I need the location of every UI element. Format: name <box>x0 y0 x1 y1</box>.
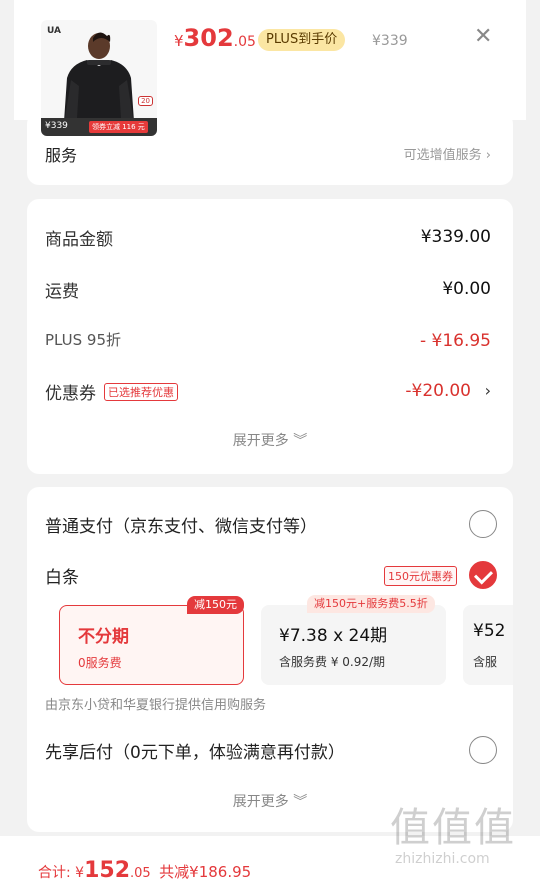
service-label: 服务 <box>45 146 78 165</box>
thumb-badge: 20 <box>138 96 153 106</box>
plus-price: ¥302.05 <box>174 24 256 52</box>
plus-price-tag: PLUS到手价 <box>258 29 346 51</box>
coupon-selected-tag: 已选推荐优惠 <box>104 383 178 401</box>
summary-row-coupon[interactable]: 优惠券 已选推荐优惠 -¥20.00 › <box>45 379 491 409</box>
installment-plans: 减150元 不分期 0服务费 减150元+服务费5.5折 ¥7.38 x 24期… <box>59 595 513 689</box>
order-total: 合计: ¥152.05 共减¥186.95 <box>38 858 252 882</box>
watermark: 值值值 zhizhizhi.com <box>390 805 516 867</box>
baitiao-radio-checked[interactable] <box>469 561 497 589</box>
price-summary-card: 商品金额 ¥339.00 运费 ¥0.00 PLUS 95折 - ¥16.95 … <box>27 199 513 474</box>
later-radio[interactable] <box>469 736 497 764</box>
plan-badge: 减150元 <box>187 596 244 614</box>
plan-24-months[interactable]: 减150元+服务费5.5折 ¥7.38 x 24期 含服务费 ¥ 0.92/期 <box>261 595 446 685</box>
pay-option-normal[interactable]: 普通支付（京东支付、微信支付等） <box>45 510 497 540</box>
thumb-price-strip: ¥339 领券立减 116 元 <box>41 118 157 136</box>
baitiao-coupon-tag: 150元优惠券 <box>384 566 457 586</box>
plan-partial[interactable]: ¥52 含服 <box>463 605 513 685</box>
plan-badge: 减150元+服务费5.5折 <box>307 595 435 613</box>
plan-no-installment[interactable]: 减150元 不分期 0服务费 <box>59 596 244 685</box>
summary-row-plus-discount: PLUS 95折 - ¥16.95 <box>45 331 491 351</box>
original-price: ¥339 <box>372 33 408 49</box>
normal-radio[interactable] <box>469 510 497 538</box>
pay-option-later[interactable]: 先享后付（0元下单，体验满意再付款） <box>45 736 497 766</box>
payment-card: 普通支付（京东支付、微信支付等） 白条 150元优惠券 减150元 不分期 0服… <box>27 487 513 832</box>
pay-option-baitiao[interactable]: 白条 150元优惠券 <box>45 561 497 591</box>
summary-expand-more[interactable]: 展开更多 ︾ <box>27 430 513 450</box>
chevron-right-icon: › <box>484 381 491 400</box>
service-value: 可选增值服务 › <box>403 148 491 163</box>
close-icon[interactable]: ✕ <box>474 26 492 48</box>
summary-row-goods: 商品金额 ¥339.00 <box>45 227 491 250</box>
checkout-sheet: ¥302.05 PLUS到手价 ¥339 ✕ UA 20 ¥339 领券立减 1… <box>14 0 526 882</box>
product-thumbnail[interactable]: UA 20 ¥339 领券立减 116 元 <box>41 20 157 136</box>
brand-logo: UA <box>47 26 61 36</box>
summary-row-shipping: 运费 ¥0.00 <box>45 279 491 302</box>
total-savings: 共减¥186.95 <box>159 863 252 881</box>
credit-provider-note: 由京东小贷和华夏银行提供信用购服务 <box>45 698 267 713</box>
